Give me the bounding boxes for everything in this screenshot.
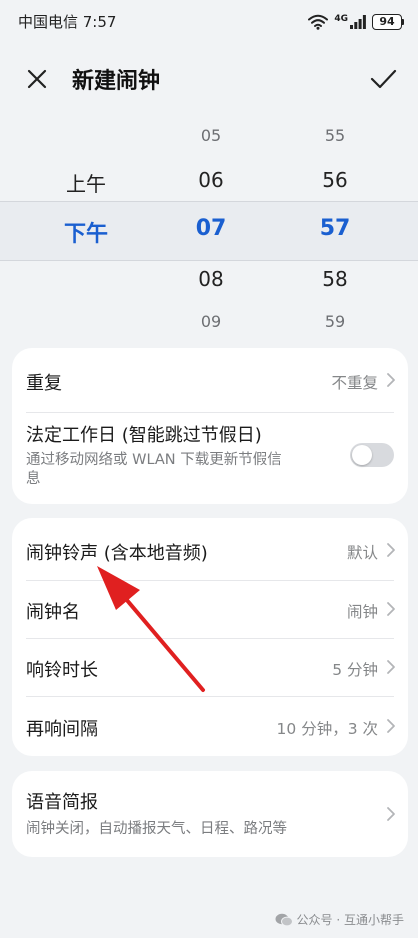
close-button[interactable]	[22, 64, 52, 94]
voice-briefing-label: 语音简报	[26, 792, 98, 813]
carrier-time: 中国电信 7:57	[18, 13, 117, 31]
ringtone-label: 闹钟铃声 (含本地音频)	[26, 543, 208, 564]
chevron-right-icon	[387, 807, 395, 821]
minute-option[interactable]: 55	[290, 126, 380, 145]
hour-wheel[interactable]: 05 06 07 08 09	[166, 118, 256, 340]
page-title: 新建闹钟	[72, 69, 161, 94]
status-bar: 中国电信 7:57 4G 94	[0, 0, 418, 44]
wechat-icon	[275, 913, 293, 926]
snooze-interval-row[interactable]: 再响间隔 10 分钟，3 次	[12, 697, 408, 756]
alarm-name-value: 闹钟	[346, 603, 378, 621]
hour-selected[interactable]: 07	[166, 216, 256, 241]
chevron-right-icon	[387, 543, 395, 557]
check-icon	[370, 69, 397, 89]
voice-briefing-card: 语音简报 闹钟关闭，自动播报天气、日程、路况等	[12, 771, 408, 857]
chevron-right-icon	[387, 602, 395, 616]
voice-briefing-row[interactable]: 语音简报 闹钟关闭，自动播报天气、日程、路况等	[12, 771, 408, 857]
repeat-row[interactable]: 重复 不重复	[12, 348, 408, 412]
ampm-wheel[interactable]: 上午 下午	[41, 118, 131, 340]
alarm-settings-card: 闹钟铃声 (含本地音频) 默认 闹钟名 闹钟 响铃时长 5 分钟 再响间隔 10…	[12, 518, 408, 756]
hour-option[interactable]: 05	[166, 126, 256, 145]
watermark-text: 公众号 · 互通小帮手	[296, 913, 404, 927]
minute-option[interactable]: 56	[290, 168, 380, 192]
minute-option[interactable]: 59	[290, 312, 380, 331]
title-bar: 新建闹钟	[0, 52, 418, 104]
battery-icon: 94	[372, 14, 404, 30]
confirm-button[interactable]	[368, 64, 398, 94]
workday-row: 法定工作日 (智能跳过节假日) 通过移动网络或 WLAN 下载更新节假信 息	[12, 413, 408, 504]
ringtone-value: 默认	[346, 544, 378, 562]
ringtone-row[interactable]: 闹钟铃声 (含本地音频) 默认	[12, 518, 408, 580]
close-icon	[27, 69, 47, 89]
ring-duration-row[interactable]: 响铃时长 5 分钟	[12, 639, 408, 696]
minute-option[interactable]: 58	[290, 267, 380, 291]
workday-desc-line2: 息	[26, 471, 41, 487]
toggle-knob	[352, 445, 372, 465]
minute-selected[interactable]: 57	[290, 216, 380, 241]
hour-option[interactable]: 08	[166, 267, 256, 291]
snooze-interval-label: 再响间隔	[26, 719, 98, 740]
network-type-label: 4G	[334, 13, 348, 24]
minute-wheel[interactable]: 55 56 57 58 59	[290, 118, 380, 340]
battery-level: 94	[372, 14, 402, 30]
ampm-option-pm[interactable]: 下午	[41, 216, 131, 248]
alarm-name-label: 闹钟名	[26, 602, 80, 623]
hour-option[interactable]: 09	[166, 312, 256, 331]
ring-duration-label: 响铃时长	[26, 660, 98, 681]
snooze-interval-value: 10 分钟，3 次	[276, 720, 378, 738]
chevron-right-icon	[387, 373, 395, 387]
hour-option[interactable]: 06	[166, 168, 256, 192]
repeat-label: 重复	[26, 373, 62, 394]
voice-briefing-desc: 闹钟关闭，自动播报天气、日程、路况等	[26, 821, 287, 837]
workday-label: 法定工作日 (智能跳过节假日)	[26, 425, 262, 446]
watermark: 公众号 · 互通小帮手	[275, 911, 404, 928]
time-picker: 上午 下午 05 06 07 08 09 55 56 57 58 59	[0, 118, 418, 340]
workday-toggle[interactable]	[350, 443, 394, 467]
alarm-name-row[interactable]: 闹钟名 闹钟	[12, 581, 408, 638]
repeat-value: 不重复	[331, 374, 378, 392]
status-icons: 4G 94	[308, 11, 404, 33]
ampm-option-am[interactable]: 上午	[41, 168, 131, 197]
wifi-icon	[308, 14, 329, 30]
chevron-right-icon	[387, 719, 395, 733]
workday-desc-line1: 通过移动网络或 WLAN 下载更新节假信	[26, 452, 282, 468]
repeat-card: 重复 不重复 法定工作日 (智能跳过节假日) 通过移动网络或 WLAN 下载更新…	[12, 348, 408, 504]
signal-icon	[350, 15, 366, 29]
ring-duration-value: 5 分钟	[332, 661, 378, 679]
chevron-right-icon	[387, 660, 395, 674]
